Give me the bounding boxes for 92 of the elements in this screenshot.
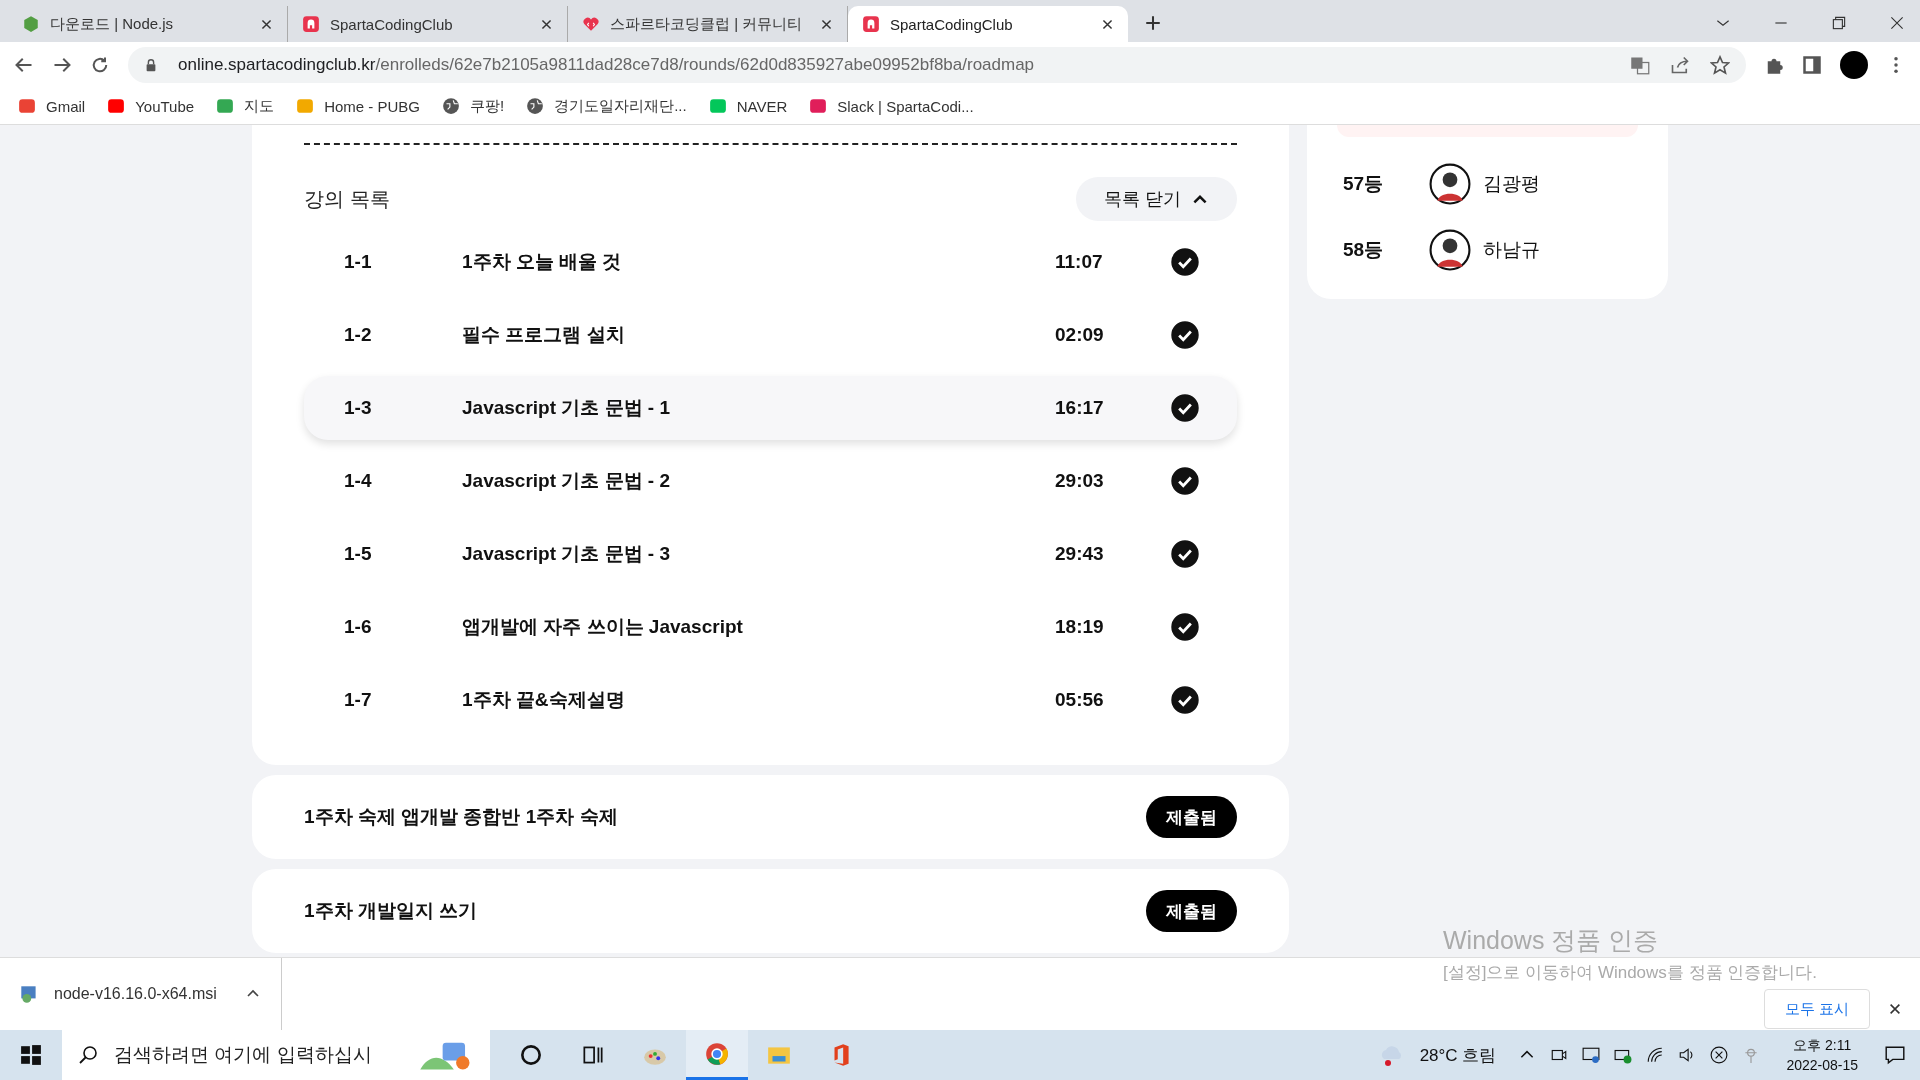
activation-message: [설정]으로 이동하여 Windows를 정품 인증합니다. (1443, 962, 1818, 984)
close-tab-icon[interactable] (540, 17, 553, 31)
url-text: online.spartacodingclub.kr/enrolleds/62e7b2105a9811dad28ce7d8/rounds/62d0d835927abe09952bf8ba/roadmap (178, 55, 1036, 75)
lesson-row[interactable]: 1-3 Javascript 기초 문법 - 1 16:17 (304, 376, 1237, 440)
lesson-row[interactable]: 1-6 앱개발에 자주 쓰이는 Javascript 18:19 (304, 595, 1237, 659)
reload-icon[interactable] (90, 55, 110, 75)
site-logo-icon (296, 97, 315, 115)
lesson-title: 필수 프로그램 설치 (462, 323, 626, 347)
close-list-button[interactable]: 목록 닫기 (1076, 177, 1237, 221)
heart-code-icon (582, 15, 600, 33)
lesson-number: 1-4 (344, 470, 373, 492)
bookmark[interactable]: YouTube (107, 97, 195, 115)
display-icon[interactable] (1582, 1046, 1601, 1064)
rank-text: 57등 (1343, 172, 1385, 196)
close-tab-icon[interactable] (820, 17, 833, 31)
lesson-number: 1-3 (344, 397, 373, 419)
weather-text: 28°C 흐림 (1419, 1044, 1497, 1067)
bookmark[interactable]: Gmail (18, 97, 86, 115)
close-icon[interactable] (1888, 1002, 1902, 1016)
bookmark[interactable]: 쿠팡! (442, 96, 505, 116)
bookmark[interactable]: NAVER (708, 97, 788, 115)
lesson-duration: 18:19 (1055, 616, 1105, 638)
cortana-app-icon (518, 1042, 544, 1068)
profile-avatar[interactable] (1840, 51, 1868, 79)
lesson-duration: 05:56 (1055, 689, 1105, 711)
wifi-icon[interactable] (1646, 1046, 1665, 1064)
lesson-row[interactable]: 1-7 1주차 끝&숙제설명 05:56 (304, 668, 1237, 732)
clock[interactable]: 오후 2:11 2022-08-15 (1786, 1037, 1858, 1073)
avatar-icon (1429, 163, 1471, 205)
star-icon[interactable] (1710, 55, 1730, 75)
bookmark[interactable]: Home - PUBG (296, 97, 420, 115)
rank-text: 58등 (1343, 238, 1385, 262)
search-icon (78, 1045, 98, 1065)
lesson-row[interactable]: 1-2 필수 프로그램 설치 02:09 (304, 303, 1237, 367)
lesson-number: 1-1 (344, 251, 373, 273)
taskbar-search-field[interactable]: 검색하려면 여기에 입력하십시 (62, 1030, 490, 1080)
lesson-title: 1주차 오늘 배울 것 (462, 250, 623, 274)
helmet-icon (862, 15, 880, 33)
lesson-number: 1-2 (344, 324, 373, 346)
lesson-title: 1주차 끝&숙제설명 (462, 688, 626, 712)
share-icon[interactable] (1670, 55, 1690, 75)
submitted-button[interactable]: 제출됨 (1146, 796, 1237, 838)
helmet-icon (302, 15, 320, 33)
lesson-duration: 11:07 (1055, 251, 1104, 273)
lesson-duration: 16:17 (1055, 397, 1105, 419)
site-logo-icon (216, 97, 235, 115)
lesson-title: Javascript 기초 문법 - 1 (462, 396, 672, 420)
lock-icon (144, 58, 158, 72)
lesson-row[interactable]: 1-1 1주차 오늘 배울 것 11:07 (304, 230, 1237, 294)
avatar-icon (1429, 229, 1471, 271)
section-title: 강의 목록 (304, 186, 390, 212)
x-circle-icon[interactable] (1710, 1046, 1729, 1064)
bookmark[interactable]: Slack | SpartaCodi... (809, 97, 974, 115)
site-logo-icon (809, 97, 828, 115)
site-logo-icon (107, 97, 126, 115)
restore-icon[interactable] (1830, 14, 1848, 32)
lesson-title: Javascript 기초 문법 - 3 (462, 542, 672, 566)
lesson-number: 1-7 (344, 689, 373, 711)
lesson-title: 앱개발에 자주 쓰이는 Javascript (462, 615, 744, 639)
globe-icon (526, 97, 545, 115)
lesson-row[interactable]: 1-4 Javascript 기초 문법 - 2 29:03 (304, 449, 1237, 513)
close-tab-icon[interactable] (260, 17, 273, 31)
user-name: 김광평 (1483, 172, 1540, 196)
translate-icon[interactable] (1630, 55, 1650, 75)
hexagon-icon (22, 15, 40, 33)
lesson-row[interactable]: 1-5 Javascript 기초 문법 - 3 29:43 (304, 522, 1237, 586)
browser-tab[interactable]: SpartaCodingClub (848, 6, 1128, 42)
windows-start-icon[interactable] (20, 1044, 42, 1066)
show-all-button[interactable]: 모두 표시 (1763, 989, 1870, 1029)
activation-title: Windows 정품 인증 (1443, 925, 1660, 956)
lesson-duration: 29:03 (1055, 470, 1105, 492)
site-logo-icon (708, 97, 727, 115)
notification-icon[interactable] (1884, 1044, 1906, 1066)
site-logo-icon (18, 97, 36, 115)
assignment-title: 1주차 숙제 앱개발 종합반 1주차 숙제 (304, 805, 618, 829)
submitted-button[interactable]: 제출됨 (1146, 890, 1237, 932)
lesson-number: 1-6 (344, 616, 373, 638)
user-name: 하남규 (1483, 238, 1540, 262)
lesson-number: 1-5 (344, 543, 373, 565)
chrome-app-icon (704, 1040, 730, 1067)
bookmark[interactable]: 경기도일자리재단... (526, 96, 687, 116)
new-tab-icon[interactable] (1144, 14, 1162, 32)
close-tab-icon[interactable] (1101, 17, 1114, 31)
globe-icon (442, 97, 460, 115)
lesson-duration: 02:09 (1055, 324, 1105, 346)
side-panel-icon[interactable] (1802, 55, 1822, 75)
close-icon[interactable] (1888, 14, 1906, 32)
lesson-title: Javascript 기초 문법 - 2 (462, 469, 672, 493)
lesson-duration: 29:43 (1055, 543, 1105, 565)
address-bar[interactable]: online.spartacodingclub.kr/enrolleds/62e7b2105a9811dad28ce7d8/rounds/62d0d835927abe09952bf8ba/roadmap (128, 47, 1746, 83)
bookmark[interactable]: 지도 (216, 96, 275, 116)
assignment-title: 1주차 개발일지 쓰기 (304, 899, 478, 923)
